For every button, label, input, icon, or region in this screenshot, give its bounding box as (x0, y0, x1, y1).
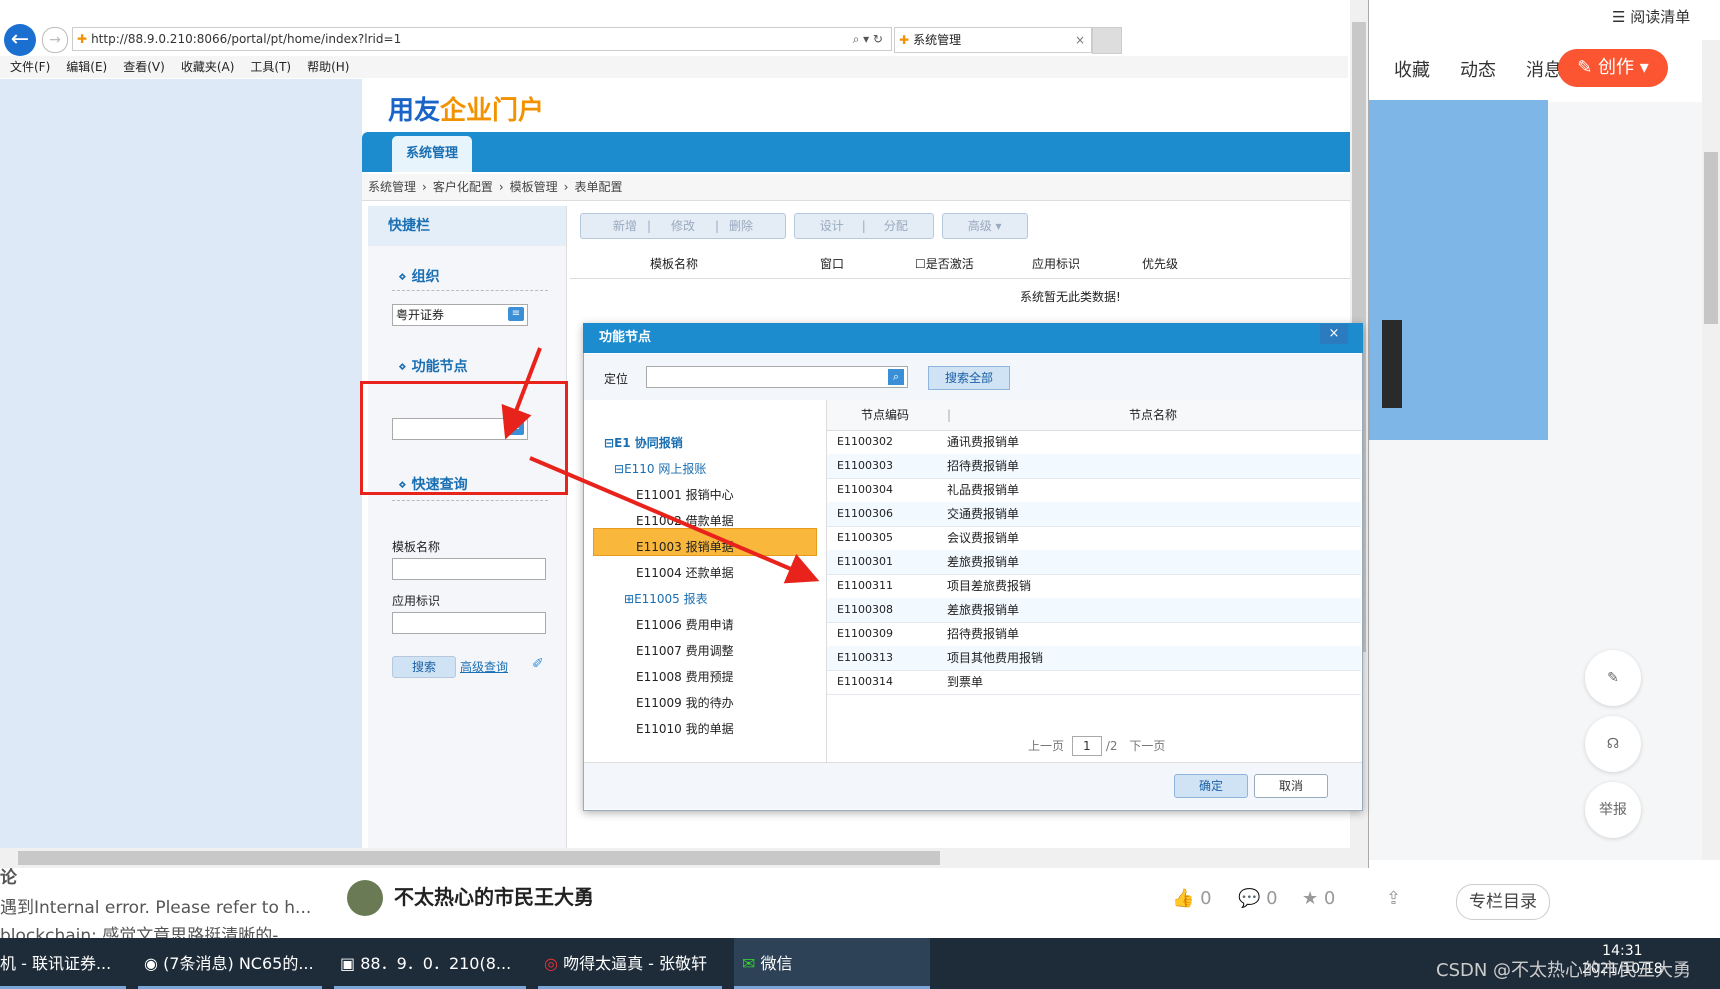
annotation-arrow-1 (501, 347, 542, 440)
taskbar-item-wechat[interactable]: ✉ 微信 (734, 938, 930, 989)
remote-desktop-icon: ▣ (340, 954, 356, 973)
csdn-watermark: CSDN @不太热心的市民王大勇 (1436, 960, 1692, 981)
taskbar-item-label: 微信 (760, 954, 793, 973)
wechat-icon: ✉ (742, 954, 756, 973)
taskbar-item[interactable]: 机 - 联讯证券... (0, 938, 126, 989)
taskbar-item-label: (7条消息) NC65的... (163, 954, 314, 973)
taskbar-item-chrome[interactable]: ◉ (7条消息) NC65的... (138, 938, 322, 989)
taskbar-item-music[interactable]: ◎ 吻得太逼真 - 张敬轩 (538, 938, 722, 989)
chrome-icon: ◉ (144, 954, 158, 973)
netease-music-icon: ◎ (544, 954, 558, 973)
taskbar-item-label: 机 - 联讯证券... (0, 954, 112, 973)
taskbar-item-remote[interactable]: ▣ 88．9．0．210(8... (334, 938, 526, 989)
taskbar-item-label: 吻得太逼真 - 张敬轩 (563, 954, 708, 973)
taskbar-item-label: 88．9．0．210(8... (360, 954, 512, 973)
annotation-arrow-2 (529, 456, 820, 584)
annotation-arrows (501, 347, 820, 584)
